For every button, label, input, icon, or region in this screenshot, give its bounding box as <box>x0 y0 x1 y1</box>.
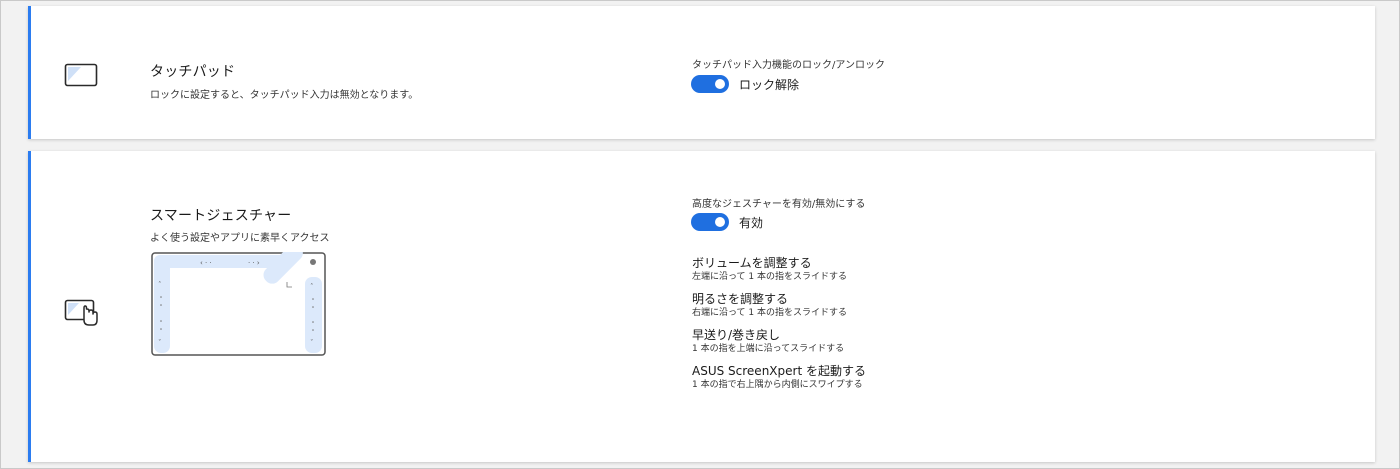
smart-gesture-state: 有効 <box>739 215 764 230</box>
svg-text:ˇ: ˇ <box>310 339 314 347</box>
svg-text:‹ · ·: ‹ · · <box>200 259 212 267</box>
gesture-item-description: 1 本の指を上端に沿ってスライドする <box>692 344 845 354</box>
smart-gesture-toggle[interactable] <box>691 213 729 231</box>
touchpad-hand-icon <box>64 299 98 326</box>
smart-gesture-toggle-row: 有効 <box>691 213 763 231</box>
svg-text:· · ›: · · › <box>248 259 260 267</box>
toggle-knob <box>715 79 725 89</box>
smart-gesture-card: スマートジェスチャー よく使う設定やアプリに素早くアクセス ‹ · · · · … <box>28 151 1375 462</box>
svg-text:ˇ: ˇ <box>158 339 162 347</box>
touchpad-description: ロックに設定すると、タッチパッド入力は無効となります。 <box>150 90 419 101</box>
svg-text:ˆ: ˆ <box>310 283 314 291</box>
gesture-item-volume: ボリュームを調整する 左端に沿って 1 本の指をスライドする <box>692 255 866 284</box>
gesture-item-title: ASUS ScreenXpert を起動する <box>692 364 866 378</box>
touchpad-lock-state: ロック解除 <box>739 77 800 92</box>
smart-gesture-description: よく使う設定やアプリに素早くアクセス <box>150 233 330 244</box>
touchpad-icon <box>64 63 98 87</box>
gesture-item-brightness: 明るさを調整する 右端に沿って 1 本の指をスライドする <box>692 291 866 320</box>
touchpad-gesture-diagram-icon: ‹ · · · · › ˆ ˇ ˆ ˇ <box>151 252 326 356</box>
touchpad-title: タッチパッド <box>150 64 236 80</box>
toggle-knob <box>715 217 725 227</box>
gesture-item-description: 1 本の指で右上隅から内側にスワイプする <box>692 380 863 390</box>
gesture-list: ボリュームを調整する 左端に沿って 1 本の指をスライドする 明るさを調整する … <box>692 255 866 399</box>
touchpad-lock-label: タッチパッド入力機能のロック/アンロック <box>692 60 885 71</box>
smart-gesture-enable-label: 高度なジェスチャーを有効/無効にする <box>692 199 866 210</box>
touchpad-lock-toggle[interactable] <box>691 75 729 93</box>
touchpad-lock-toggle-row: ロック解除 <box>691 75 799 93</box>
touchpad-card: タッチパッド ロックに設定すると、タッチパッド入力は無効となります。 タッチパッ… <box>28 6 1375 139</box>
gesture-item-title: ボリュームを調整する <box>692 256 812 270</box>
gesture-item-description: 左端に沿って 1 本の指をスライドする <box>692 272 847 282</box>
svg-text:ˆ: ˆ <box>158 281 162 289</box>
gesture-item-title: 明るさを調整する <box>692 292 789 306</box>
gesture-item-title: 早送り/巻き戻し <box>692 328 781 342</box>
gesture-item-seek: 早送り/巻き戻し 1 本の指を上端に沿ってスライドする <box>692 327 866 356</box>
smart-gesture-title: スマートジェスチャー <box>150 208 292 224</box>
gesture-item-screenxpert: ASUS ScreenXpert を起動する 1 本の指で右上隅から内側にスワイ… <box>692 363 866 392</box>
gesture-item-description: 右端に沿って 1 本の指をスライドする <box>692 308 847 318</box>
